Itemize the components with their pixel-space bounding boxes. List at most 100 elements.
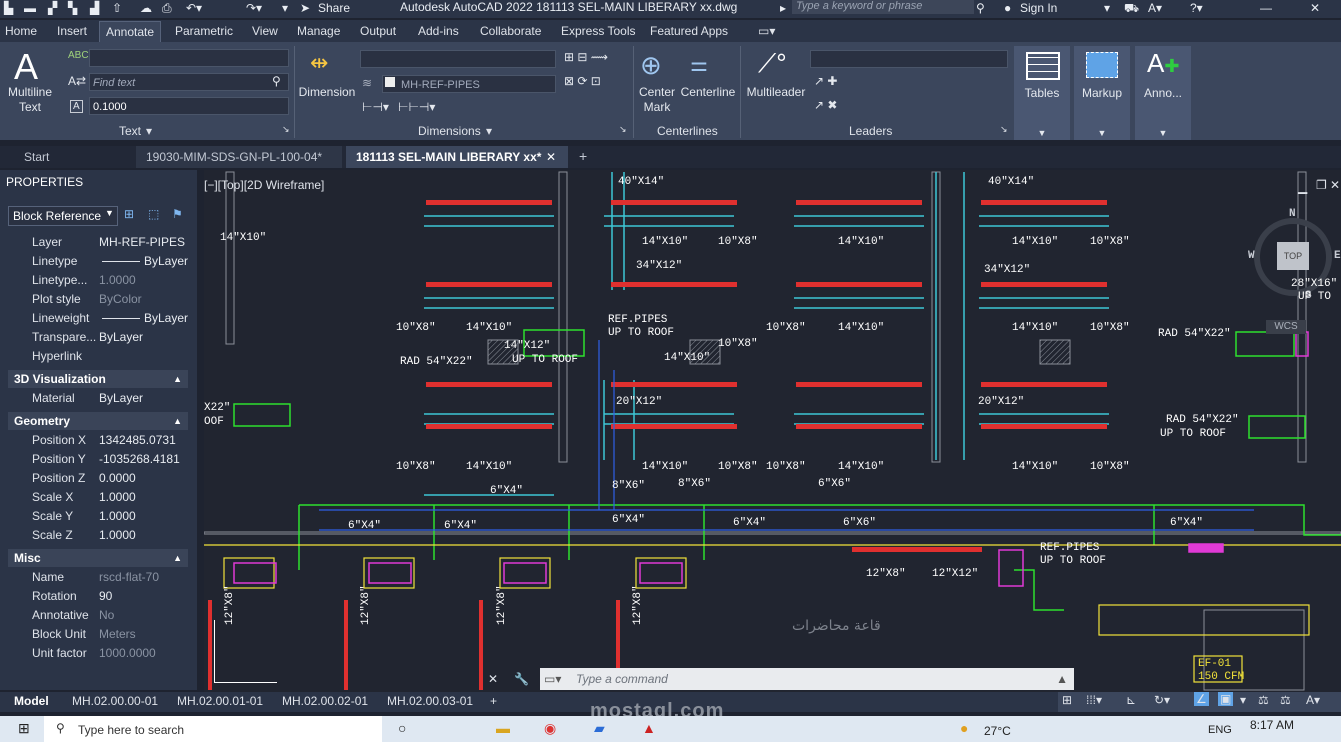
dimensions-panel-launcher-icon[interactable]: ↘: [619, 124, 627, 135]
prop-position-y[interactable]: Position Y -1035268.4181: [28, 450, 188, 468]
multiline-text-icon[interactable]: A: [14, 46, 38, 88]
text-panel-launcher-icon[interactable]: ↘: [282, 124, 290, 135]
tables-button[interactable]: Tables ▼: [1014, 46, 1070, 140]
prop-scale-x[interactable]: Scale X 1.0000: [28, 488, 188, 506]
viewcube-top-face[interactable]: TOP: [1277, 242, 1309, 270]
add-leader-icon[interactable]: ↗ ✚: [814, 74, 837, 88]
autocad-taskbar-icon[interactable]: ▲: [642, 720, 656, 736]
collapse-icon[interactable]: ▲: [173, 412, 182, 430]
osnap-dropdown-icon[interactable]: ▾: [1240, 693, 1246, 707]
markup-dropdown-icon[interactable]: ▼: [1074, 126, 1130, 141]
dropdown-icon[interactable]: ▾: [1104, 1, 1110, 15]
web-save-icon[interactable]: ▟: [90, 1, 99, 15]
undo-icon[interactable]: ↶▾: [186, 1, 202, 15]
redo-icon[interactable]: ↷▾: [246, 1, 262, 15]
viewcube-west[interactable]: W: [1248, 250, 1255, 262]
tab-view[interactable]: View: [252, 24, 278, 38]
collapse-icon[interactable]: ▲: [173, 549, 182, 567]
section-geometry[interactable]: Geometry ▲: [8, 412, 188, 430]
snap-icon[interactable]: ⁞⁞⁞▾: [1086, 693, 1102, 707]
autoscale-icon[interactable]: ⚖: [1280, 693, 1291, 707]
viewport-close-icon[interactable]: ✕: [1330, 178, 1340, 192]
chrome-icon[interactable]: ◉: [544, 720, 556, 737]
tab-collaborate[interactable]: Collaborate: [480, 24, 541, 38]
prop-linetype-scale[interactable]: Linetype... 1.0000: [28, 271, 188, 289]
centerline-button[interactable]: Centerline: [680, 85, 736, 100]
prop-annotative[interactable]: Annotative No: [28, 606, 188, 624]
tab-express-tools[interactable]: Express Tools: [561, 24, 635, 38]
user-icon[interactable]: ●: [1004, 1, 1011, 15]
multiline-text-button[interactable]: Multiline Text: [2, 85, 58, 115]
open-file-icon[interactable]: ▬: [24, 1, 36, 15]
prop-linetype[interactable]: Linetype ByLayer: [28, 252, 188, 270]
tab-annotate[interactable]: Annotate: [99, 21, 162, 42]
prop-block-unit[interactable]: Block Unit Meters: [28, 625, 188, 643]
tab-layout-4[interactable]: MH.02.00.03-01: [387, 694, 473, 708]
prop-name[interactable]: Name rscd-flat-70: [28, 568, 188, 586]
dim-break-icon[interactable]: ⊢⊣▾: [362, 100, 389, 114]
sign-in-link[interactable]: Sign In: [1020, 1, 1057, 15]
find-text-input[interactable]: Find text: [89, 73, 289, 91]
tab-manage[interactable]: Manage: [297, 24, 340, 38]
select-objects-icon[interactable]: ⬚: [148, 207, 159, 221]
tab-drawing-1[interactable]: 19030-MIM-SDS-GN-PL-100-04*: [136, 146, 342, 168]
tab-add-ins[interactable]: Add-ins: [418, 24, 459, 38]
save-icon[interactable]: ▞: [48, 1, 57, 15]
selection-dropdown-icon[interactable]: ▼: [105, 208, 114, 218]
print-icon[interactable]: ⎙: [162, 1, 172, 16]
prop-plot-style[interactable]: Plot style ByColor: [28, 290, 188, 308]
annotation-visibility-icon[interactable]: ⚖: [1258, 693, 1269, 707]
task-view-icon[interactable]: ○: [398, 720, 406, 736]
minimize-icon[interactable]: —: [1260, 1, 1272, 15]
selection-combo[interactable]: Block Reference: [8, 206, 118, 226]
collapse-icon[interactable]: ▲: [173, 370, 182, 388]
share-button[interactable]: Share: [318, 1, 350, 15]
tables-dropdown-icon[interactable]: ▼: [1014, 126, 1070, 141]
upload-icon[interactable]: ⇧: [112, 1, 122, 15]
dim-style-combo[interactable]: [360, 50, 556, 68]
drawing-viewport[interactable]: [−][Top][2D Wireframe] TOP N S W E WCS ▁…: [204, 170, 1341, 692]
taskbar-search[interactable]: ⚲ Type here to search: [44, 716, 382, 742]
prop-hyperlink[interactable]: Hyperlink: [28, 347, 188, 365]
new-tab-icon[interactable]: +: [579, 148, 587, 164]
text-height-combo[interactable]: 0.1000: [89, 97, 289, 115]
save-as-icon[interactable]: ▚: [68, 1, 77, 15]
customize-icon[interactable]: ▾: [282, 1, 288, 15]
multileader-button[interactable]: Multileader: [744, 85, 808, 100]
isodraft-icon[interactable]: ∠: [1194, 692, 1209, 706]
center-mark-button[interactable]: Center Mark: [636, 85, 678, 115]
tab-parametric[interactable]: Parametric: [175, 24, 233, 38]
dim-tools-icon[interactable]: ⊞ ⊟ ⟿: [564, 50, 608, 64]
dimensions-panel-expand-icon[interactable]: ▾: [486, 124, 492, 138]
clock[interactable]: 8:17 AM: [1250, 718, 1294, 732]
ortho-icon[interactable]: ⊾: [1126, 693, 1136, 707]
prop-scale-z[interactable]: Scale Z 1.0000: [28, 526, 188, 544]
help-icon[interactable]: ?▾: [1190, 1, 1203, 15]
osnap-icon[interactable]: ▣: [1218, 692, 1234, 706]
prop-position-z[interactable]: Position Z 0.0000: [28, 469, 188, 487]
prop-position-x[interactable]: Position X 1342485.0731: [28, 431, 188, 449]
file-explorer-icon[interactable]: ▬: [496, 720, 510, 736]
section-3d-visualization[interactable]: 3D Visualization ▲: [8, 370, 188, 388]
command-history-icon[interactable]: ▲: [1056, 668, 1068, 690]
temperature-readout[interactable]: 27°C: [984, 724, 1011, 738]
multileader-icon[interactable]: ⟋°: [758, 48, 787, 80]
markup-button[interactable]: Markup ▼: [1074, 46, 1130, 140]
autodesk-app-icon[interactable]: A▾: [1148, 1, 1162, 15]
find-search-icon[interactable]: ⚲: [272, 74, 281, 88]
dim-update-icon[interactable]: ⊠ ⟳ ⊡: [564, 74, 601, 88]
center-mark-icon[interactable]: ⊕: [640, 50, 662, 81]
tab-drawing-2[interactable]: 181113 SEL-MAIN LIBERARY xx* ✕: [346, 146, 568, 168]
viewport-restore-icon[interactable]: ❐: [1316, 178, 1327, 192]
tab-layout-2[interactable]: MH.02.00.01-01: [177, 694, 263, 708]
cmd-close-icon[interactable]: ✕: [488, 672, 498, 686]
text-style-combo[interactable]: [89, 49, 289, 67]
dim-continue-icon[interactable]: ⊢⊢⊣▾: [398, 100, 435, 114]
viewcube-east[interactable]: E: [1334, 250, 1341, 262]
section-misc[interactable]: Misc ▲: [8, 549, 188, 567]
toggle-pickadd-icon[interactable]: ⊞: [124, 207, 134, 221]
tab-start[interactable]: Start: [14, 146, 132, 168]
tab-layout-3[interactable]: MH.02.00.02-01: [282, 694, 368, 708]
annotation-dropdown-icon[interactable]: ▼: [1135, 126, 1191, 141]
command-input[interactable]: Type a command: [576, 668, 668, 690]
